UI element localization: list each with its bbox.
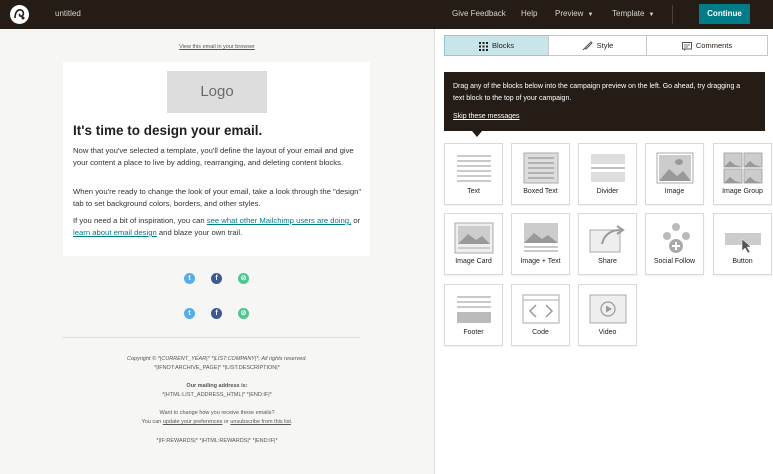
help-link[interactable]: Help (521, 9, 537, 18)
give-feedback-link[interactable]: Give Feedback (452, 9, 506, 18)
block-label: Text (467, 188, 480, 195)
footer-copyright: Copyright © *|CURRENT_YEAR|* *|LIST:COMP… (127, 356, 307, 362)
twitter-icon[interactable]: t (184, 273, 195, 284)
email-heading[interactable]: It's time to design your email. (73, 123, 262, 138)
pane-divider (434, 29, 435, 474)
tooltip-text: Drag any of the blocks below into the ca… (453, 83, 741, 102)
grid-icon (478, 41, 488, 51)
mailchimp-logo-icon[interactable] (10, 5, 29, 24)
block-label: Image (664, 188, 685, 195)
code-icon (522, 294, 560, 324)
chevron-down-icon: ▼ (587, 12, 594, 18)
image-text-icon (524, 223, 558, 252)
logo-placeholder[interactable]: Logo (167, 71, 267, 113)
tab-blocks[interactable]: Blocks (444, 35, 549, 56)
tab-style-label: Style (596, 41, 614, 50)
p3-text-before: If you need a bit of inspiration, you ca… (73, 216, 207, 225)
preview-menu[interactable]: Preview ▼ (555, 9, 593, 18)
block-divider[interactable]: Divider (578, 143, 637, 205)
view-in-browser-link[interactable]: View this email in your browser (0, 44, 434, 50)
image-group-icon (723, 152, 763, 184)
other-users-link[interactable]: see what other Mailchimp users are doing… (207, 216, 351, 225)
block-image-group[interactable]: Image Group (713, 143, 772, 205)
image-icon (656, 152, 694, 184)
unsubscribe-link[interactable]: unsubscribe from this list (230, 419, 291, 425)
chevron-down-icon: ▼ (648, 12, 655, 18)
footer-archive: *|IFNOT:ARCHIVE_PAGE|* *|LIST:DESCRIPTIO… (154, 365, 280, 371)
divider-icon (591, 154, 625, 182)
email-design-link[interactable]: learn about email design (73, 228, 157, 237)
email-preview-pane: View this email in your browser Logo It'… (0, 29, 434, 474)
top-bar: untitled Give Feedback Help Preview ▼ Tem… (0, 0, 773, 29)
block-boxed-text[interactable]: Boxed Text (511, 143, 570, 205)
share-icon (589, 225, 625, 253)
comment-icon (681, 41, 692, 51)
footer-change-question: Want to change how you receive these ema… (159, 410, 275, 416)
block-video[interactable]: Video (578, 284, 637, 346)
footer-block-icon (457, 296, 491, 323)
block-label: Video (598, 329, 617, 336)
block-image-card[interactable]: Image Card (444, 213, 503, 275)
footer-change-end: . (290, 419, 293, 425)
text-block-icon (457, 155, 491, 182)
facebook-icon[interactable]: f (211, 308, 222, 319)
block-text[interactable]: Text (444, 143, 503, 205)
block-code[interactable]: Code (511, 284, 570, 346)
block-label: Footer (463, 329, 484, 336)
block-button[interactable]: Button (713, 213, 772, 275)
onboarding-tooltip: Drag any of the blocks below into the ca… (444, 72, 765, 137)
block-label: Image + Text (520, 258, 561, 265)
block-label: Code (532, 329, 549, 336)
brush-icon (582, 41, 593, 51)
twitter-icon[interactable]: t (184, 308, 195, 319)
block-image-text[interactable]: Image + Text (511, 213, 570, 275)
link-icon[interactable]: ⊘ (238, 273, 249, 284)
nav-divider (672, 5, 673, 24)
p3-text-mid: or (351, 216, 361, 225)
skip-messages-link[interactable]: Skip these messages (453, 113, 520, 120)
tab-style[interactable]: Style (549, 36, 646, 55)
block-label: Share (598, 258, 617, 265)
tab-comments[interactable]: Comments (647, 36, 767, 55)
p3-text-after: and blaze your own trail. (156, 228, 243, 237)
block-label: Boxed Text (523, 188, 558, 195)
block-label: Social Follow (653, 258, 696, 265)
footer-address-label: Our mailing address is: (186, 383, 248, 389)
video-icon (589, 294, 627, 324)
tab-comments-label: Comments (695, 41, 733, 50)
tooltip-arrow (472, 131, 482, 137)
email-paragraph-3[interactable]: If you need a bit of inspiration, you ca… (73, 215, 363, 239)
footer-address: *|HTML:LIST_ADDRESS_HTML|* *|END:IF|* (162, 392, 272, 398)
template-menu[interactable]: Template ▼ (612, 9, 654, 18)
preview-label: Preview (555, 9, 584, 18)
footer-change-before: You can (141, 419, 163, 425)
tab-blocks-label: Blocks (491, 41, 515, 50)
boxed-text-icon (523, 152, 559, 184)
block-label: Button (732, 258, 753, 265)
continue-button[interactable]: Continue (699, 4, 750, 24)
button-icon (725, 233, 761, 254)
email-paragraph-2[interactable]: When you're ready to change the look of … (73, 186, 363, 210)
block-footer[interactable]: Footer (444, 284, 503, 346)
footer-rewards: *|IF:REWARDS|* *|HTML:REWARDS|* *|END:IF… (156, 438, 278, 444)
footer-divider (63, 337, 360, 338)
social-follow-icon (663, 223, 690, 253)
block-social-follow[interactable]: Social Follow (645, 213, 704, 275)
template-label: Template (612, 9, 645, 18)
campaign-title[interactable]: untitled (55, 9, 81, 18)
block-label: Divider (596, 188, 619, 195)
block-label: Image Group (722, 188, 763, 195)
update-preferences-link[interactable]: update your preferences (163, 419, 223, 425)
image-card-icon (454, 222, 494, 254)
facebook-icon[interactable]: f (211, 273, 222, 284)
link-icon[interactable]: ⊘ (238, 308, 249, 319)
editor-tabs: Blocks Style Comments (444, 35, 768, 56)
block-image[interactable]: Image (645, 143, 704, 205)
footer-change-options: You can update your preferences or unsub… (60, 419, 374, 425)
email-body-card[interactable]: Logo It's time to design your email. Now… (63, 62, 370, 256)
email-paragraph-1[interactable]: Now that you've selected a template, you… (73, 145, 363, 169)
block-label: Image Card (455, 258, 492, 265)
block-share[interactable]: Share (578, 213, 637, 275)
